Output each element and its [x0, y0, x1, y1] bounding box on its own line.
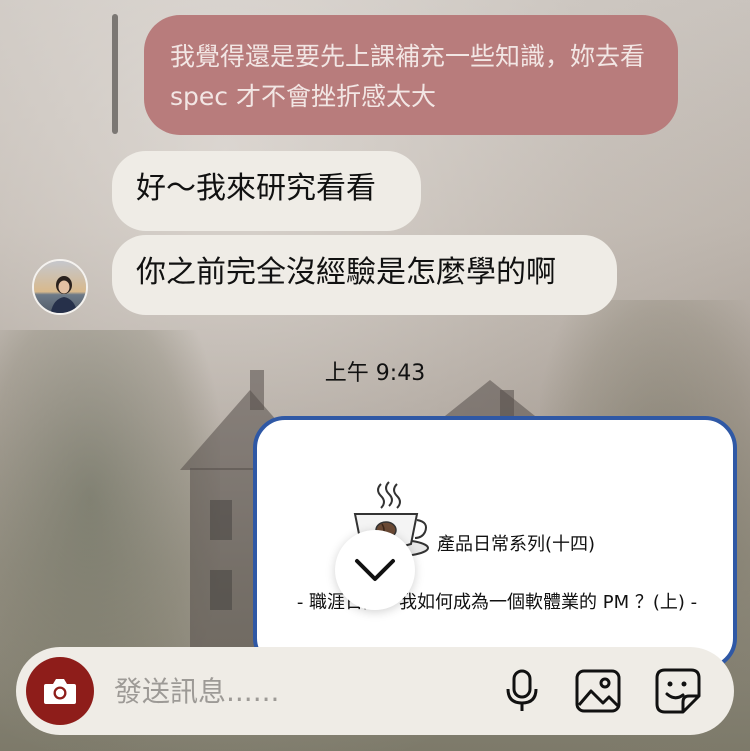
avatar[interactable] — [32, 259, 88, 315]
chevron-down-icon — [355, 559, 395, 581]
incoming-message-bubble[interactable]: 好～我來研究看看 — [112, 151, 421, 231]
incoming-message-bubble[interactable]: 你之前完全沒經驗是怎麼學的啊 — [112, 235, 617, 315]
microphone-icon — [506, 669, 538, 711]
microphone-button[interactable] — [498, 667, 546, 715]
image-icon — [575, 669, 621, 713]
message-composer — [16, 647, 734, 735]
shared-post-card[interactable]: 產品日常系列(十四) - 職涯日記：我如何成為一個軟體業的 PM ？(上) - — [253, 416, 737, 670]
camera-icon — [44, 679, 76, 704]
post-title: 產品日常系列(十四) — [437, 534, 596, 555]
post-subtitle: - 職涯日記：我如何成為一個軟體業的 PM ？(上) - — [296, 592, 698, 613]
scroll-to-bottom-button[interactable] — [335, 530, 415, 610]
message-timestamp: 上午 9:43 — [324, 361, 426, 386]
message-input[interactable] — [114, 669, 414, 713]
camera-button[interactable] — [26, 657, 94, 725]
image-button[interactable] — [574, 667, 622, 715]
sticker-button[interactable] — [654, 667, 702, 715]
sticker-icon — [655, 668, 701, 714]
reply-quote-bar — [112, 14, 118, 134]
quoted-message-bubble[interactable]: 我覺得還是要先上課補充一些知識，妳去看 spec 才不會挫折感太大 — [144, 15, 678, 135]
